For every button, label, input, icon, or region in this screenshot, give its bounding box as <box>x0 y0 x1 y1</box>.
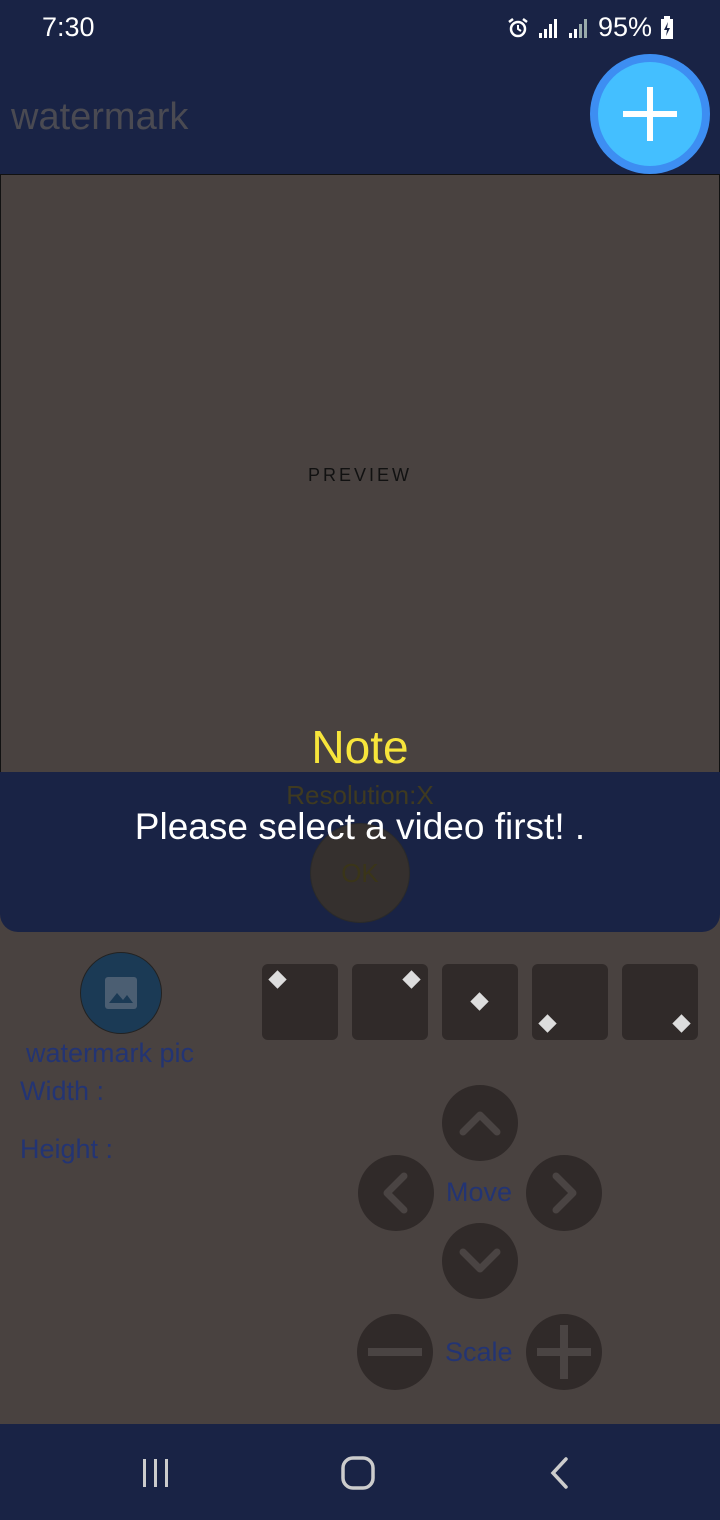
plus-icon <box>623 87 677 141</box>
dialog-message: Please select a video first! . <box>134 806 586 847</box>
back-icon <box>550 1457 568 1489</box>
alarm-icon <box>508 17 528 37</box>
position-top-left-button[interactable] <box>262 964 338 1040</box>
signal-icon-2 <box>568 18 587 38</box>
watermark-pic-button[interactable] <box>80 952 162 1034</box>
position-center-button[interactable] <box>442 964 518 1040</box>
diamond-icon <box>672 1014 691 1033</box>
scale-up-button[interactable] <box>526 1314 602 1390</box>
position-bottom-right-button[interactable] <box>622 964 698 1040</box>
move-left-button[interactable] <box>358 1155 434 1231</box>
chevron-down-icon <box>459 1248 501 1273</box>
move-label: Move <box>446 1177 513 1207</box>
chevron-left-icon <box>383 1172 408 1214</box>
app-title: watermark <box>11 96 189 138</box>
add-video-button[interactable] <box>590 54 710 174</box>
move-right-button[interactable] <box>526 1155 602 1231</box>
diamond-icon <box>538 1014 557 1033</box>
watermark-pic-label: watermark pic <box>26 1038 195 1068</box>
scale-down-button[interactable] <box>357 1314 433 1390</box>
plus-icon <box>537 1325 591 1379</box>
recent-apps-button[interactable] <box>130 1448 182 1498</box>
position-bottom-left-button[interactable] <box>532 964 608 1040</box>
scale-label: Scale <box>445 1337 513 1367</box>
back-button[interactable] <box>534 1448 586 1498</box>
diamond-icon <box>470 992 489 1011</box>
move-up-button[interactable] <box>442 1085 518 1161</box>
preview-label: PREVIEW <box>307 465 412 485</box>
height-label: Height : <box>20 1134 114 1164</box>
home-button[interactable] <box>332 1448 384 1498</box>
move-down-button[interactable] <box>442 1223 518 1299</box>
diamond-icon <box>268 970 287 989</box>
battery-percent: 95% <box>597 12 652 42</box>
width-label: Width : <box>20 1076 105 1106</box>
dialog-title: Note <box>311 721 409 773</box>
chevron-up-icon <box>459 1111 501 1136</box>
recent-apps-icon <box>143 1459 168 1487</box>
diamond-icon <box>402 970 421 989</box>
signal-icon <box>538 18 557 38</box>
status-icons: 95% <box>506 12 674 43</box>
chevron-right-icon <box>552 1172 577 1214</box>
image-icon <box>105 977 137 1009</box>
position-top-right-button[interactable] <box>352 964 428 1040</box>
status-time: 7:30 <box>42 12 95 42</box>
minus-icon <box>368 1348 422 1356</box>
battery-charging-icon <box>661 15 673 39</box>
home-icon <box>341 1456 375 1490</box>
